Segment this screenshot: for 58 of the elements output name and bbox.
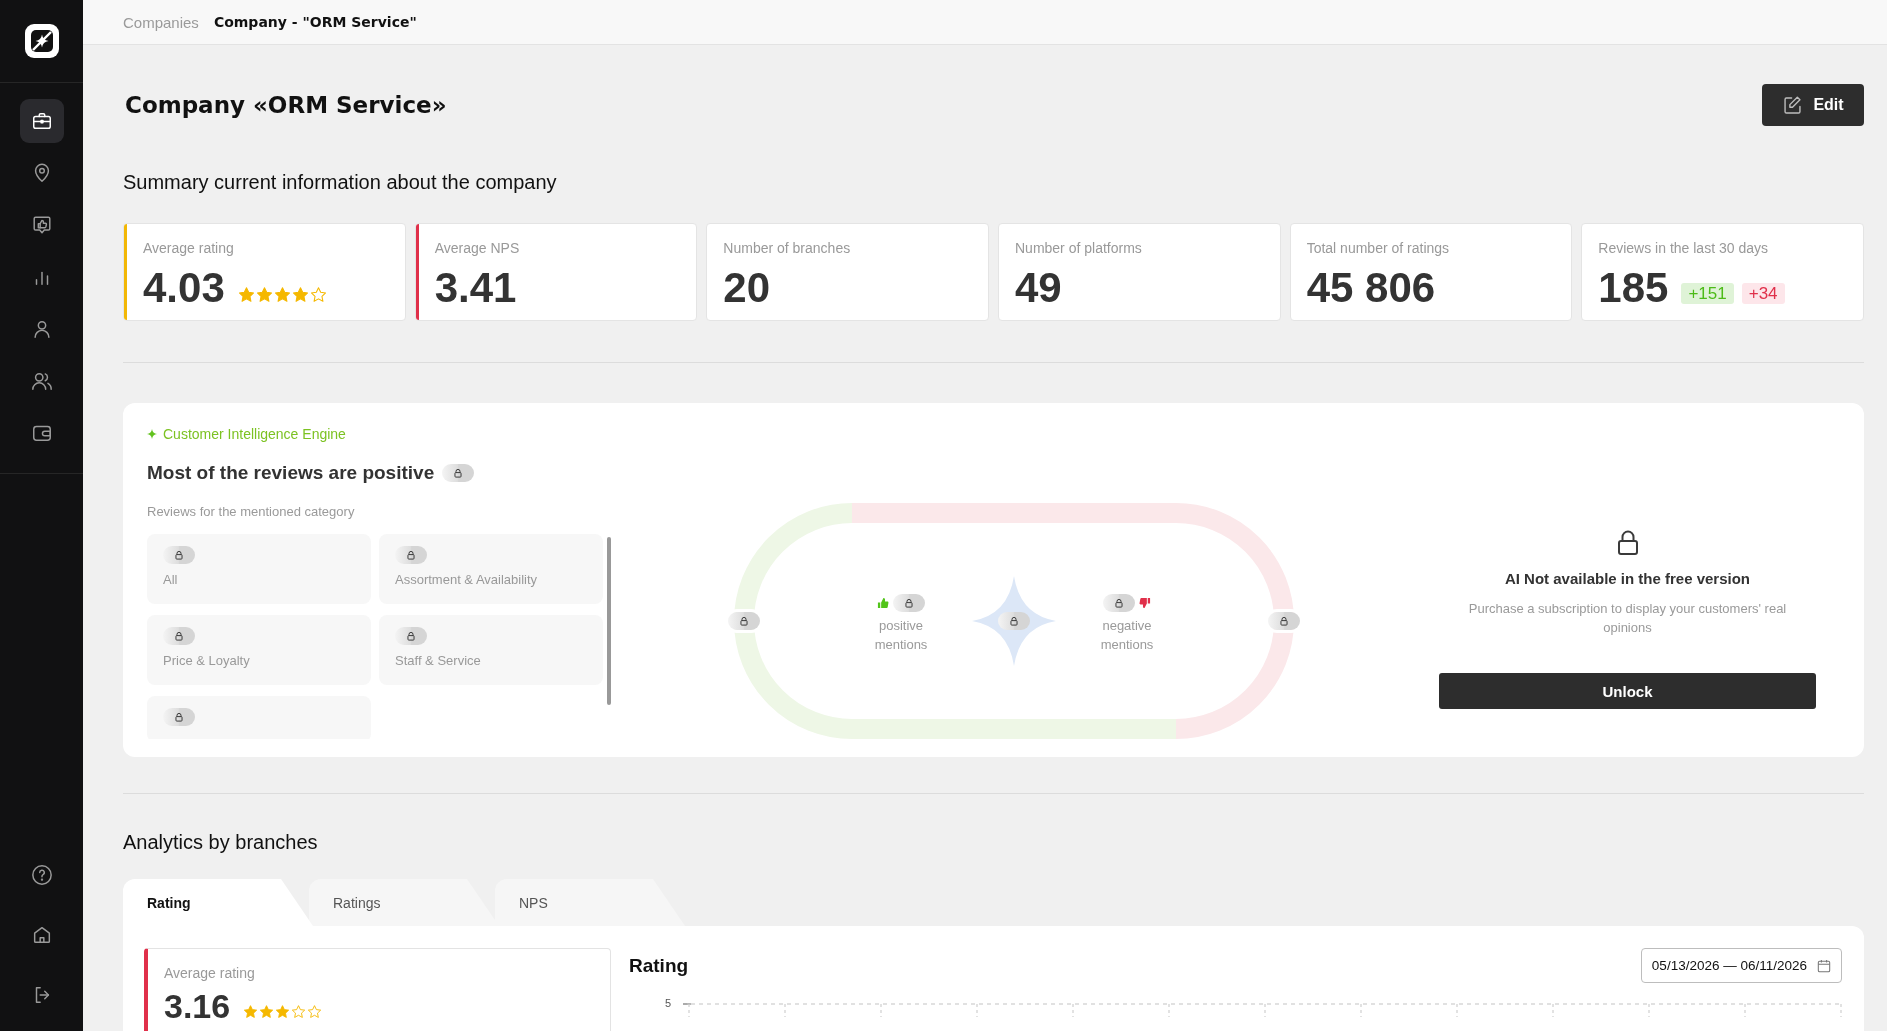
- lock-icon: [1616, 530, 1639, 556]
- thumbs-up-bubble-icon[interactable]: [30, 214, 53, 236]
- stat-label: Average rating: [164, 964, 256, 982]
- briefcase-icon[interactable]: [30, 110, 53, 132]
- star-icon: [256, 286, 272, 302]
- axis-tick-label: 5: [665, 997, 672, 1010]
- thumbs-down-icon: [1139, 597, 1151, 609]
- thumbs-up-icon: [877, 597, 889, 609]
- sidebar-nav-item[interactable]: [19, 99, 64, 143]
- star-icon: [260, 1004, 274, 1018]
- scrollbar[interactable]: [607, 537, 611, 706]
- stat-value: 185: [1598, 266, 1669, 310]
- star-icon: [238, 286, 254, 302]
- stat-value: 3.16: [164, 988, 231, 1024]
- logo-icon[interactable]: [24, 24, 59, 58]
- stat-value: 49: [1015, 266, 1062, 310]
- section-heading: Analytics by branches: [123, 830, 319, 854]
- stat-value: 20: [723, 266, 771, 310]
- paywall-text: Purchase a subscription to display your customers' real opinions: [1467, 600, 1788, 637]
- unlock-button[interactable]: Unlock: [1439, 673, 1816, 709]
- chart-title: Rating: [629, 954, 689, 977]
- star-icon: [292, 1004, 306, 1018]
- star-icon: [310, 286, 326, 302]
- section-heading: Summary current information about the company: [123, 170, 558, 194]
- sparkle-icon: [147, 428, 157, 439]
- tab[interactable]: NPS: [495, 879, 685, 926]
- insight-heading: Most of the reviews are positive: [147, 461, 435, 484]
- breadcrumb-current: Company - "ORM Service": [213, 14, 417, 30]
- star-icon: [292, 286, 308, 302]
- mention-label: positive mentions: [873, 617, 929, 654]
- mention-label: negative mentions: [1099, 617, 1155, 654]
- star-icon: [308, 1004, 322, 1018]
- stat-value: 4.03: [143, 266, 225, 310]
- count-badge: +151: [1681, 282, 1734, 304]
- edit-icon: [1782, 94, 1804, 116]
- help-icon[interactable]: [30, 864, 53, 886]
- category-caption: Reviews for the mentioned category: [147, 504, 356, 521]
- users-icon[interactable]: [30, 370, 53, 392]
- stat-value: 45 806: [1306, 266, 1436, 310]
- page-title: Company «ORM Service»: [125, 92, 447, 118]
- tab[interactable]: Rating: [123, 879, 313, 926]
- engine-label: Customer Intelligence Engine: [163, 425, 346, 442]
- category-tile[interactable]: [147, 696, 371, 739]
- stat-label: Reviews in the last 30 days: [1598, 239, 1769, 257]
- count-badge: +34: [1741, 282, 1785, 304]
- star-icon: [276, 1004, 290, 1018]
- calendar-icon: [1817, 958, 1831, 973]
- date-range-field[interactable]: 05/13/2026 — 06/11/2026: [1640, 948, 1842, 983]
- stat-value: 3.41: [434, 266, 517, 310]
- star-icon: [244, 1004, 258, 1018]
- stat-label: Number of branches: [723, 239, 852, 257]
- paywall-title: AI Not available in the free version: [1504, 570, 1751, 587]
- stat-label: Total number of ratings: [1306, 239, 1451, 257]
- edit-button[interactable]: Edit: [1762, 84, 1864, 126]
- stat-label: Number of platforms: [1015, 239, 1143, 257]
- star-icon: [274, 286, 290, 302]
- stat-label: Average rating: [143, 239, 235, 257]
- stat-label: Average NPS: [434, 239, 521, 257]
